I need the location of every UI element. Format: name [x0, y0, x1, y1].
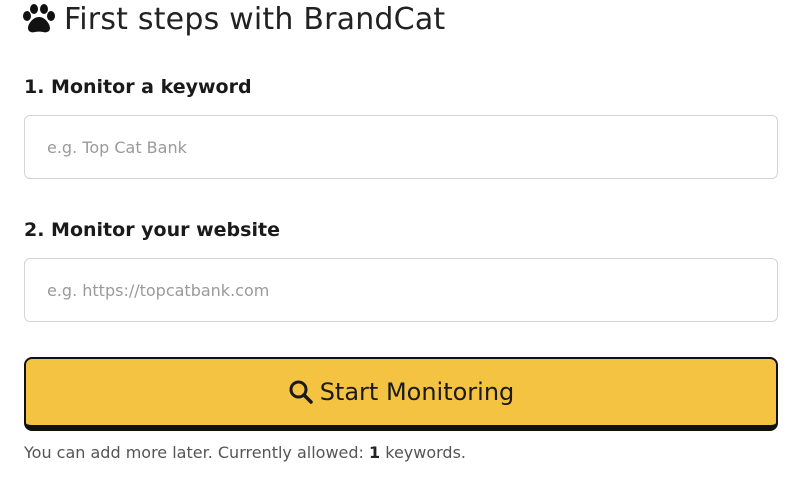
- limit-note: You can add more later. Currently allowe…: [24, 443, 466, 462]
- allowed-count: 1: [369, 443, 381, 462]
- website-label: 2. Monitor your website: [24, 219, 280, 241]
- search-icon: [288, 379, 314, 405]
- start-monitoring-button[interactable]: Start Monitoring: [24, 357, 778, 431]
- onboarding-page: First steps with BrandCat 1. Monitor a k…: [0, 0, 800, 500]
- limit-note-suffix: keywords.: [380, 443, 466, 462]
- paw-icon: [22, 4, 56, 34]
- page-title: First steps with BrandCat: [64, 1, 446, 37]
- keyword-label: 1. Monitor a keyword: [24, 76, 252, 98]
- limit-note-prefix: You can add more later. Currently allowe…: [24, 443, 370, 462]
- keyword-input[interactable]: [24, 115, 778, 179]
- start-monitoring-label: Start Monitoring: [319, 378, 515, 406]
- page-header: First steps with BrandCat: [22, 0, 445, 38]
- website-input[interactable]: [24, 258, 778, 322]
